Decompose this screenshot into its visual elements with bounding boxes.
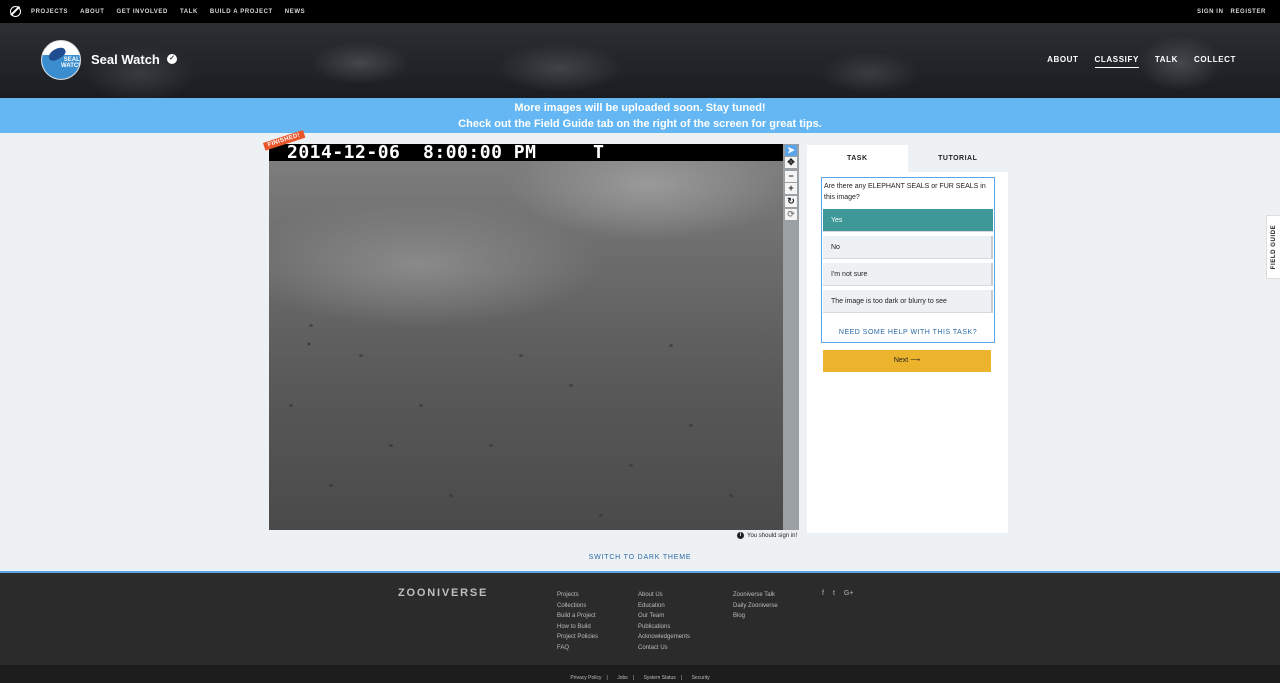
top-nav-news[interactable]: NEWS	[285, 9, 305, 15]
sign-in-note-text: You should sign in!	[747, 532, 798, 539]
info-icon: i	[737, 532, 744, 539]
zoom-out-icon[interactable]: −	[785, 171, 797, 182]
answer-not-sure[interactable]: I'm not sure	[823, 263, 993, 286]
avatar-text: SEAL WATCH	[61, 57, 81, 69]
jobs-link[interactable]: Jobs	[617, 675, 628, 681]
pan-icon[interactable]: ✥	[785, 157, 797, 168]
zoom-in-icon[interactable]: +	[785, 183, 797, 194]
answer-yes[interactable]: Yes	[823, 209, 993, 232]
footer-link[interactable]: Acknowledgements	[638, 632, 690, 643]
footer-column-2: About Us Education Our Team Publications…	[638, 590, 690, 653]
legal-footer: Privacy Policy | Jobs | System Status | Sec…	[0, 665, 1280, 683]
project-nav-about[interactable]: ABOUT	[1047, 55, 1078, 68]
system-status-link[interactable]: System Status	[644, 675, 676, 681]
field-guide-label: FIELD GUIDE	[1271, 224, 1277, 270]
footer-link[interactable]: Projects	[557, 590, 598, 601]
subject-image[interactable]	[269, 144, 783, 530]
pointer-icon[interactable]: ➤	[785, 145, 797, 156]
facebook-icon[interactable]: f	[822, 590, 824, 597]
footer-link[interactable]: Zooniverse Talk	[733, 590, 778, 601]
project-header: SEAL WATCH Seal Watch ✓ ABOUT CLASSIFY T…	[0, 23, 1280, 98]
footer-link[interactable]: Contact Us	[638, 643, 690, 654]
footer-link[interactable]: Our Team	[638, 611, 690, 622]
answer-no[interactable]: No	[823, 236, 993, 259]
zooniverse-logo-icon[interactable]	[10, 6, 21, 17]
banner-line-1: More images will be uploaded soon. Stay …	[514, 102, 766, 114]
image-toolbar: ➤ ✥ − + ↻ ⟳	[783, 144, 799, 530]
project-nav-collect[interactable]: COLLECT	[1194, 55, 1236, 68]
tab-task[interactable]: TASK	[807, 145, 908, 172]
register-link[interactable]: REGISTER	[1231, 9, 1266, 15]
reset-icon[interactable]: ⟳	[785, 209, 797, 220]
google-plus-icon[interactable]: G+	[844, 590, 854, 597]
footer-link[interactable]: How to Build	[557, 622, 598, 633]
project-nav: ABOUT CLASSIFY TALK COLLECT	[1031, 55, 1236, 68]
project-avatar[interactable]: SEAL WATCH	[41, 40, 81, 80]
footer-column-1: Projects Collections Build a Project How…	[557, 590, 598, 653]
field-guide-tab[interactable]: FIELD GUIDE	[1266, 215, 1280, 279]
footer-link[interactable]: Blog	[733, 611, 778, 622]
twitter-icon[interactable]: t	[833, 590, 835, 597]
footer-link[interactable]: Collections	[557, 601, 598, 612]
zooniverse-topbar: PROJECTS ABOUT GET INVOLVED TALK BUILD A…	[0, 0, 1280, 23]
social-links: f t G+	[822, 590, 862, 597]
project-nav-classify[interactable]: CLASSIFY	[1094, 55, 1139, 68]
footer-link[interactable]: Daily Zooniverse	[733, 601, 778, 612]
footer: ZOONIVERSE Projects Collections Build a …	[0, 571, 1280, 665]
task-tabs: TASK TUTORIAL	[807, 145, 1008, 172]
account-links: SIGN IN REGISTER	[1190, 9, 1266, 15]
subject-viewer[interactable]: 2014-12-06 8:00:00 PM T	[269, 144, 783, 530]
announcement-banner: More images will be uploaded soon. Stay …	[0, 98, 1280, 133]
footer-zooniverse-logo[interactable]: ZOONIVERSE	[398, 587, 488, 599]
footer-column-3: Zooniverse Talk Daily Zooniverse Blog	[733, 590, 778, 622]
project-nav-talk[interactable]: TALK	[1155, 55, 1178, 68]
top-nav-about[interactable]: ABOUT	[80, 9, 104, 15]
answer-too-dark[interactable]: The image is too dark or blurry to see	[823, 290, 993, 313]
task-question: Are there any ELEPHANT SEALS or FUR SEAL…	[824, 183, 986, 201]
footer-link[interactable]: About Us	[638, 590, 690, 601]
privacy-policy-link[interactable]: Privacy Policy	[570, 675, 601, 681]
footer-link[interactable]: Project Policies	[557, 632, 598, 643]
footer-link[interactable]: Publications	[638, 622, 690, 633]
sign-in-link[interactable]: SIGN IN	[1197, 9, 1224, 15]
footer-link[interactable]: FAQ	[557, 643, 598, 654]
footer-link[interactable]: Education	[638, 601, 690, 612]
task-help-link[interactable]: NEED SOME HELP WITH THIS TASK?	[822, 329, 994, 336]
switch-dark-theme-link[interactable]: SWITCH TO DARK THEME	[0, 554, 1280, 561]
verified-check-icon: ✓	[167, 54, 177, 64]
top-nav-build-a-project[interactable]: BUILD A PROJECT	[210, 9, 273, 15]
camera-timestamp: 2014-12-06 8:00:00 PM T	[269, 144, 783, 162]
security-link[interactable]: Security	[692, 675, 710, 681]
sign-in-note: i You should sign in!	[737, 532, 797, 539]
top-nav-projects[interactable]: PROJECTS	[31, 9, 68, 15]
footer-link[interactable]: Build a Project	[557, 611, 598, 622]
rotate-icon[interactable]: ↻	[785, 196, 797, 207]
project-title[interactable]: Seal Watch	[91, 52, 160, 67]
task-box: Are there any ELEPHANT SEALS or FUR SEAL…	[821, 177, 995, 343]
top-nav-talk[interactable]: TALK	[180, 9, 198, 15]
next-button[interactable]: Next ⟶	[823, 350, 991, 372]
top-nav: PROJECTS ABOUT GET INVOLVED TALK BUILD A…	[31, 9, 317, 15]
task-panel: TASK TUTORIAL Are there any ELEPHANT SEA…	[807, 145, 1008, 533]
top-nav-get-involved[interactable]: GET INVOLVED	[117, 9, 168, 15]
tab-tutorial[interactable]: TUTORIAL	[907, 145, 1008, 172]
banner-line-2: Check out the Field Guide tab on the rig…	[458, 118, 822, 130]
